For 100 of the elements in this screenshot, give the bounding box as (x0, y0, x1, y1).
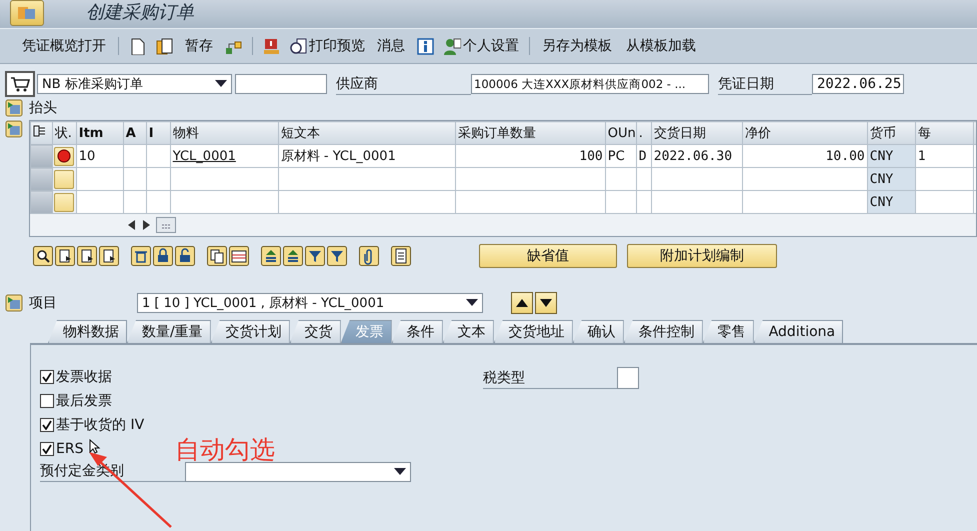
section-label: 抬头 (29, 99, 57, 117)
table-icon[interactable] (229, 246, 249, 266)
toolbar-button[interactable]: 另存为模板 (540, 37, 614, 55)
configure-header[interactable] (30, 122, 52, 144)
up-arrow-icon (516, 299, 528, 307)
tab[interactable]: 数量/重量 (127, 320, 211, 343)
copy-icon[interactable] (207, 246, 227, 266)
column-header[interactable]: 货币 (867, 122, 916, 144)
tab[interactable]: Additiona (754, 320, 844, 343)
toolbar-button[interactable]: 个人设置 (444, 37, 519, 55)
checkbox[interactable] (40, 394, 54, 408)
column-header[interactable]: 每 (915, 122, 974, 144)
flag-icon[interactable] (263, 38, 280, 54)
table-cell: CNY (867, 190, 916, 214)
table-cell: 原材料 - YCL_0001 (278, 144, 456, 168)
column-header[interactable]: OUn (605, 122, 636, 144)
order-type-dropdown[interactable]: NB 标准采购订单 (37, 74, 232, 94)
item-dropdown[interactable]: 1 [ 10 ] YCL_0001 , 原材料 - YCL_0001 (137, 293, 483, 313)
checkbox[interactable] (40, 442, 54, 456)
error-icon (56, 149, 71, 163)
magnifier-icon[interactable] (33, 246, 53, 266)
checkbox-label: 最后发票 (56, 392, 112, 410)
down-payment-dropdown[interactable] (185, 462, 411, 482)
date-field[interactable]: 2022.06.25 (812, 74, 904, 94)
scroll-right-icon[interactable] (142, 220, 150, 230)
cart-button[interactable] (5, 71, 35, 97)
dropdown-icon (215, 80, 227, 88)
column-header[interactable]: 状. (52, 122, 76, 144)
trash-icon[interactable] (131, 246, 151, 266)
tax-type-field[interactable] (617, 367, 639, 389)
menu-icon (17, 5, 37, 21)
toolbar-button[interactable]: 暂存 (183, 37, 215, 55)
person-icon (444, 38, 461, 54)
column-header[interactable]: 物料 (170, 122, 278, 144)
tab[interactable]: 确认 (572, 320, 624, 343)
print-preview-icon (290, 38, 307, 54)
field-label: 项目 (29, 294, 58, 312)
tab[interactable]: 文本 (442, 320, 494, 343)
expand-icon[interactable] (5, 294, 23, 312)
checkbox-label: 发票收据 (56, 368, 112, 386)
tab[interactable]: 交货 (290, 320, 341, 343)
column-header[interactable]: A (123, 122, 146, 144)
checkbox[interactable] (40, 418, 54, 432)
down-arrow-icon (540, 299, 552, 307)
expand-icon[interactable] (5, 120, 23, 138)
unlock-icon[interactable] (175, 246, 195, 266)
column-settings-icon[interactable] (156, 217, 176, 233)
scroll-left-icon[interactable] (128, 220, 136, 230)
lock-icon[interactable] (153, 246, 173, 266)
table-cell: 100 (455, 144, 606, 168)
column-header[interactable]: 采购订单数量 (455, 122, 606, 144)
vendor-field[interactable]: 100006 大连XXX原材料供应商002 - ... (471, 74, 709, 94)
toolbar-button[interactable]: 从模板加载 (624, 37, 698, 55)
next-button[interactable] (535, 292, 557, 314)
column-header[interactable]: Itm (76, 122, 124, 144)
column-header[interactable]: I (146, 122, 170, 144)
details-icon[interactable] (77, 246, 97, 266)
column-header[interactable]: . (636, 122, 652, 144)
previous-button[interactable] (511, 292, 533, 314)
details-icon[interactable] (99, 246, 119, 266)
toolbar-button[interactable]: 打印预览 (290, 37, 365, 55)
column-header[interactable]: 交货日期 (651, 122, 742, 144)
checkbox[interactable] (40, 370, 54, 384)
tab[interactable]: 交货计划 (210, 320, 290, 343)
info-icon[interactable] (417, 38, 434, 54)
table-cell: PC (605, 144, 636, 168)
tab[interactable]: 零售 (702, 320, 754, 343)
table-cell: CNY (867, 144, 916, 168)
tab[interactable]: 物料数据 (48, 320, 127, 343)
document-icon[interactable] (129, 38, 146, 54)
column-header[interactable]: 净价 (742, 122, 868, 144)
cursor-icon (89, 439, 101, 454)
tab[interactable]: 交货地址 (494, 320, 573, 343)
column-header[interactable]: 短文本 (278, 122, 456, 144)
menu-button[interactable] (10, 0, 44, 26)
tab[interactable]: 条件 (392, 320, 443, 343)
filter-icon[interactable] (327, 246, 347, 266)
list-icon[interactable] (391, 246, 411, 266)
window-title: 创建采购订单 (86, 1, 194, 25)
sort-icon[interactable] (283, 246, 303, 266)
layout-icon (32, 124, 47, 138)
toolbar-button[interactable]: 凭证概览打开 (20, 37, 108, 55)
action-button[interactable]: 缺省值 (479, 244, 617, 268)
input-field[interactable] (235, 74, 327, 94)
table-cell: 2022.06.30 (651, 144, 742, 168)
table-cell: CNY (867, 168, 916, 190)
table-cell: 10 (76, 144, 124, 168)
dropdown-icon (466, 299, 478, 307)
cart-icon (10, 76, 30, 92)
action-button[interactable]: 附加计划编制 (627, 244, 777, 268)
copy-icon[interactable] (156, 38, 173, 54)
tab[interactable]: 条件控制 (624, 320, 703, 343)
paperclip-icon[interactable] (359, 246, 379, 266)
toolbar-button[interactable]: 消息 (375, 37, 407, 55)
filter-icon[interactable] (305, 246, 325, 266)
checkbox-label: ERS (56, 441, 84, 457)
sort-icon[interactable] (261, 246, 281, 266)
table-cell: 10.00 (742, 144, 868, 168)
expand-icon[interactable] (5, 99, 23, 117)
details-icon[interactable] (55, 246, 75, 266)
